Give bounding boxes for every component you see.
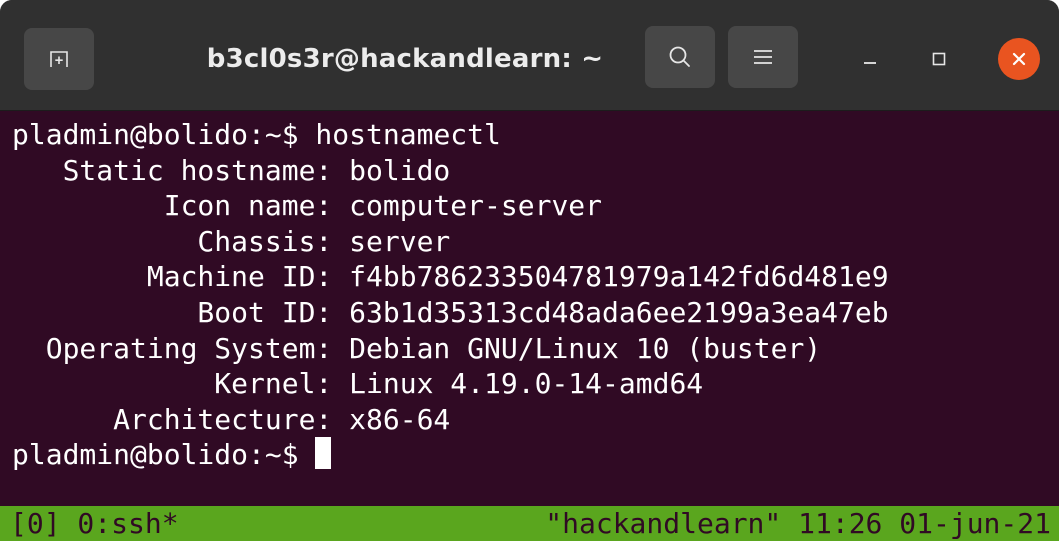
output-line: Chassis: server: [12, 224, 451, 258]
window-title: b3cl0s3r@hackandlearn: ~: [206, 44, 604, 74]
close-button[interactable]: [998, 38, 1040, 80]
new-tab-button[interactable]: [24, 28, 94, 90]
prompt: pladmin@bolido:~$: [12, 118, 299, 151]
output-line: Static hostname: bolido: [12, 153, 451, 187]
maximize-button[interactable]: [914, 30, 964, 88]
menu-button[interactable]: [728, 26, 798, 88]
tmux-status-bar: [0] 0:ssh* "hackandlearn" 11:26 01-jun-2…: [0, 506, 1059, 541]
terminal-output: pladmin@bolido:~$ hostnamectl Static hos…: [12, 117, 889, 473]
close-icon: [1012, 52, 1026, 66]
terminal-area[interactable]: pladmin@bolido:~$ hostnamectl Static hos…: [0, 111, 1059, 506]
command-line: pladmin@bolido:~$ hostnamectl: [12, 117, 889, 153]
output-line: Architecture: x86-64: [12, 402, 451, 436]
host-time-date: "hackandlearn" 11:26 01-jun-21: [545, 507, 1051, 540]
search-button[interactable]: [645, 26, 715, 88]
session-window-list[interactable]: [0] 0:ssh*: [10, 506, 179, 541]
search-icon: [669, 46, 690, 67]
current-prompt: pladmin@bolido:~$: [12, 438, 316, 472]
output-line: Kernel: Linux 4.19.0-14-amd64: [12, 367, 704, 401]
output-line: Icon name: computer-server: [12, 189, 603, 223]
cursor: [315, 437, 332, 470]
output-line: Machine ID: f4bb786233504781979a142fd6d4…: [12, 260, 889, 294]
output-line: Operating System: Debian GNU/Linux 10 (b…: [12, 331, 822, 365]
minimize-button[interactable]: [845, 30, 895, 88]
current-prompt-line: pladmin@bolido:~$: [12, 437, 889, 473]
maximize-icon: [932, 52, 946, 66]
title-bar[interactable]: b3cl0s3r@hackandlearn: ~: [0, 0, 1059, 111]
minimize-icon: [864, 62, 876, 64]
terminal-window: b3cl0s3r@hackandlearn: ~ pladmin@bolido:…: [0, 0, 1059, 541]
hamburger-menu-icon: [754, 50, 772, 64]
new-tab-icon: [50, 51, 68, 67]
output-line: Boot ID: 63b1d35313cd48ada6ee2199a3ea47e…: [12, 295, 889, 329]
command: hostnamectl: [298, 118, 501, 151]
